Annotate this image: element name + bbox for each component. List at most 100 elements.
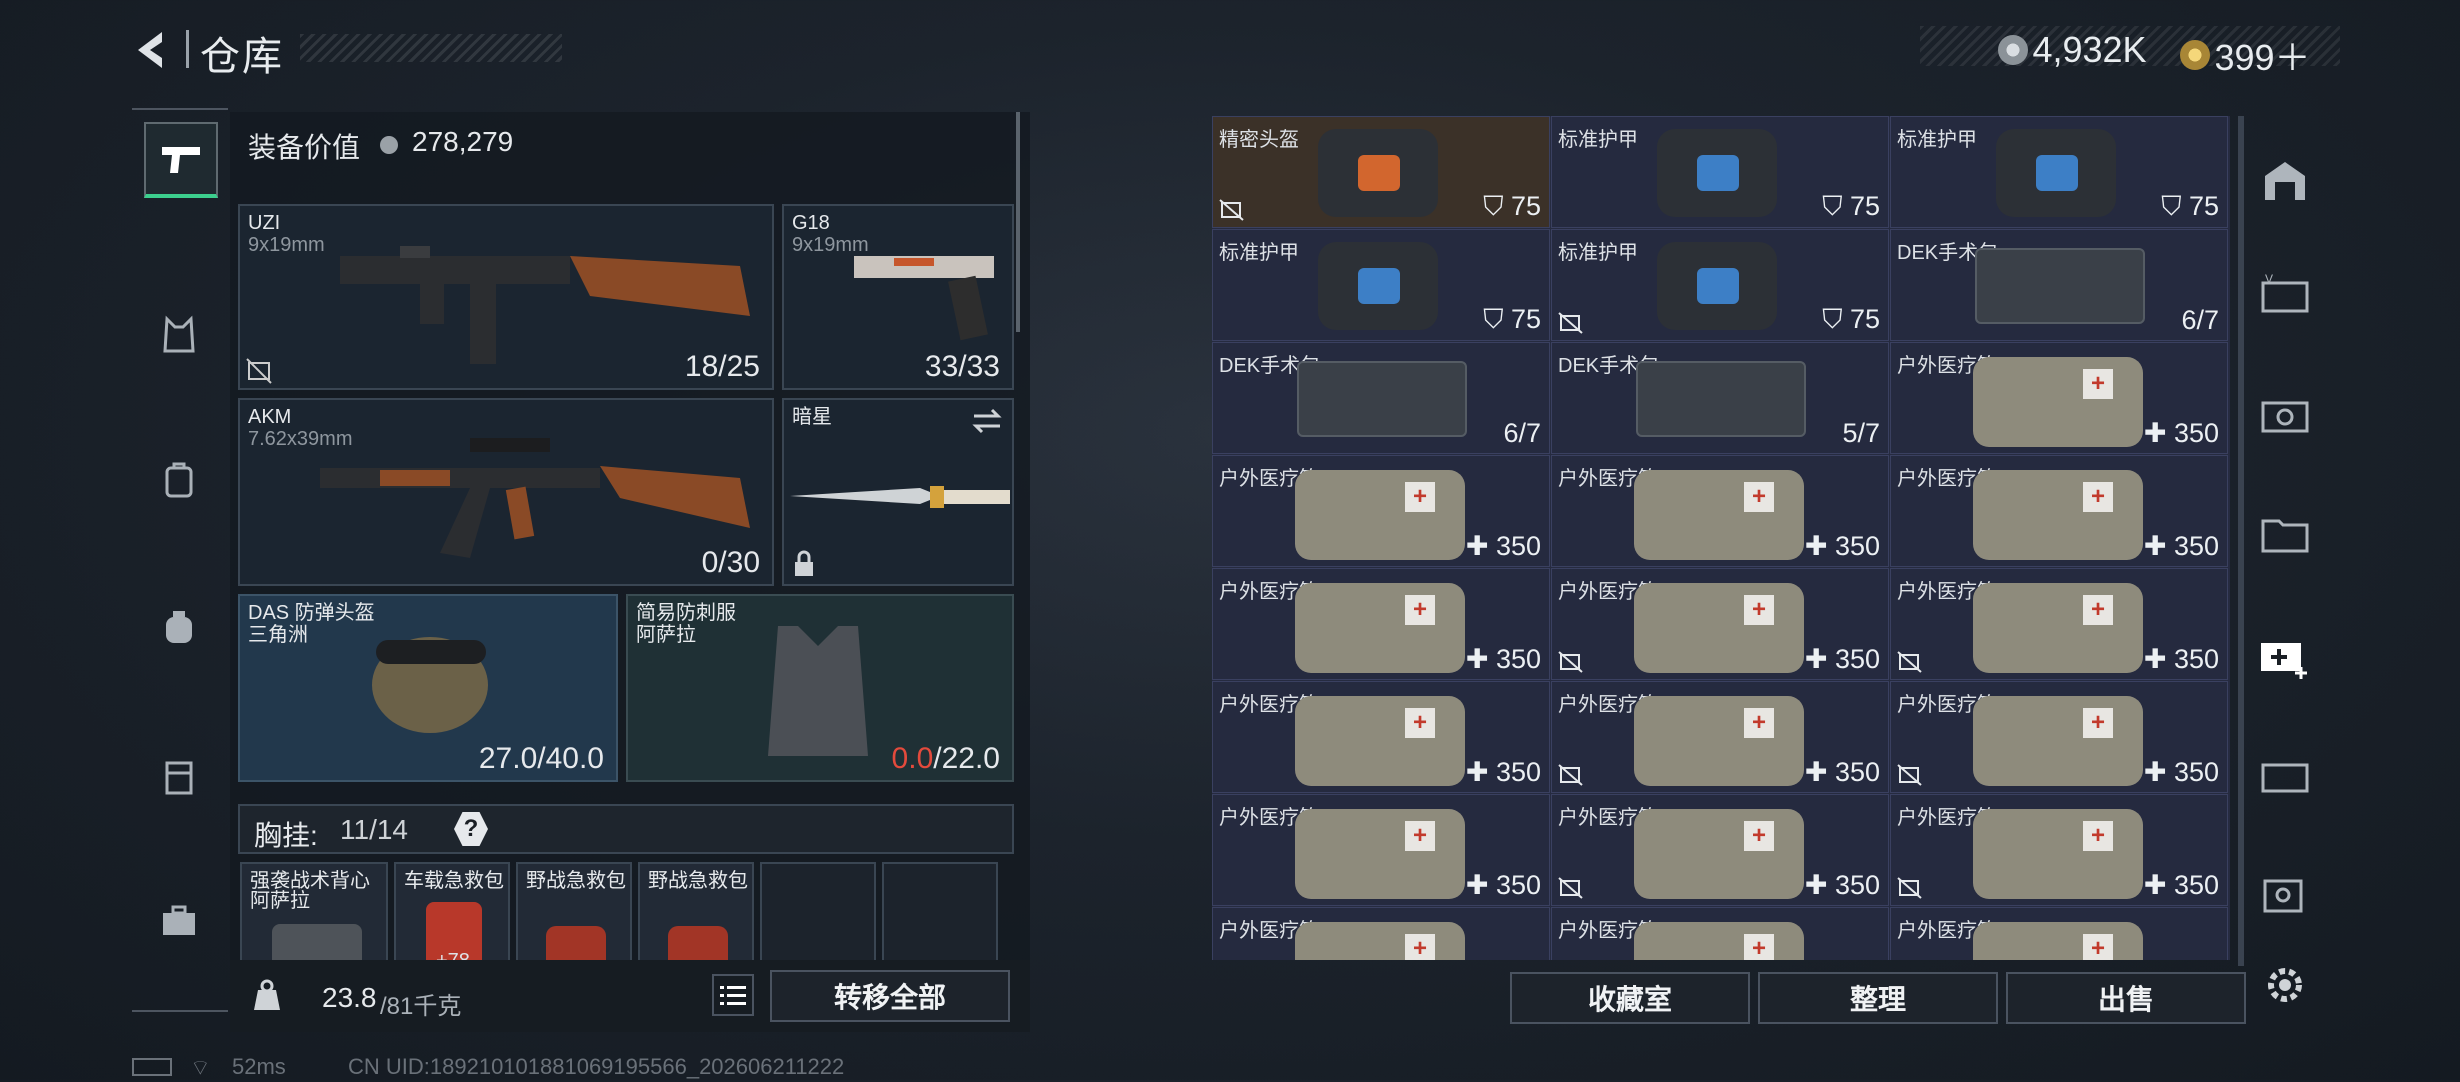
sort-button[interactable]: 整理 (1758, 972, 1998, 1024)
stash-tab-garage[interactable] (2250, 145, 2320, 215)
collection-button[interactable]: 收藏室 (1510, 972, 1750, 1024)
stash-item[interactable]: 户外医疗箱 + ✚ 350 (1212, 568, 1550, 680)
red-cross-icon: + (2083, 708, 2113, 738)
nav-vest[interactable] (144, 300, 214, 370)
battery-icon (132, 1058, 172, 1076)
red-cross-icon: + (1405, 821, 1435, 851)
safe-icon (2261, 401, 2309, 433)
stash-item[interactable]: 户外医疗箱 + (1551, 907, 1889, 960)
stash-item[interactable]: 标准护甲 ⛉ 75 (1212, 229, 1550, 341)
stash-item[interactable]: 户外医疗箱 + ✚ 350 (1551, 568, 1889, 680)
stash-tab-folder[interactable] (2250, 500, 2320, 570)
nav-weapons[interactable] (144, 122, 218, 198)
stash-item-value-text: 6/7 (1503, 418, 1541, 448)
rig-item-name: 强袭战术背心 (250, 870, 370, 892)
stash-item[interactable]: 标准护甲 ⛉ 75 (1890, 116, 2228, 228)
weapon-slot-secondary[interactable]: AKM 7.62x39mm 0/30 (238, 398, 774, 586)
stash-item[interactable]: 户外医疗箱 + ✚ 350 (1551, 681, 1889, 793)
stash-item[interactable]: 标准护甲 ⛉ 75 (1551, 116, 1889, 228)
rig-item-car-kit[interactable]: 车载急救包 +78 (394, 862, 510, 972)
stash-item-value: ⛉ 75 (1822, 191, 1880, 223)
settings-button[interactable] (2250, 950, 2320, 1020)
stash-item[interactable]: 户外医疗箱 + ✚ 350 (1212, 681, 1550, 793)
back-button[interactable] (130, 28, 174, 72)
stash-item[interactable]: 户外医疗箱 + (1212, 907, 1550, 960)
nav-locker[interactable] (144, 742, 214, 812)
helmet-map: 三角洲 (248, 624, 308, 646)
currency-b: 399＋ (2214, 37, 2311, 78)
armor-bag-image (1318, 129, 1438, 217)
no-insurance-icon (1558, 312, 1583, 334)
rig-slot-empty[interactable] (882, 862, 998, 972)
red-cross-icon: + (2083, 482, 2113, 512)
stash-item-value-text: 75 (1510, 191, 1541, 221)
stash-tab-weapons[interactable]: V (2250, 260, 2320, 330)
rig-item-field-kit[interactable]: 野战急救包 (638, 862, 754, 972)
stash-item-value-text: 350 (2173, 644, 2219, 674)
weapon-slot-primary[interactable]: UZI 9x19mm 18/25 (238, 204, 774, 390)
help-icon[interactable]: ? (454, 812, 488, 846)
stash-item-value: ✚ 350 (2144, 757, 2219, 788)
heal-icon: ✚ (1465, 757, 1496, 787)
stash-item[interactable]: DEK手术包 6/7 (1212, 342, 1550, 454)
armor-slot[interactable]: 简易防刺服 阿萨拉 0.0/22.0 (626, 594, 1014, 782)
stash-item[interactable]: DEK手术包 6/7 (1890, 229, 2228, 341)
list-view-button[interactable] (712, 974, 754, 1016)
helmet-slot[interactable]: DAS 防弹头盔 三角洲 27.0/40.0 (238, 594, 618, 782)
nav-backpack[interactable] (144, 592, 214, 662)
stash-item[interactable]: 户外医疗箱 + ✚ 350 (1890, 455, 2228, 567)
stash-item-value: ⛉ 75 (2161, 191, 2219, 223)
stash-scrollbar[interactable] (2238, 116, 2244, 966)
weapon-slot-sidearm[interactable]: G18 9x19mm 33/33 (782, 204, 1014, 390)
rig-item-field-kit[interactable]: 野战急救包 (516, 862, 632, 972)
weapon-ammo: 18/25 (684, 350, 760, 383)
red-cross-icon: + (1405, 708, 1435, 738)
medical-case-image: + (1295, 922, 1465, 960)
red-cross-icon: + (1744, 708, 1774, 738)
stash-item-value: 5/7 (1842, 418, 1880, 449)
stash-item-value: ✚ 350 (1466, 757, 1541, 788)
stash-item[interactable]: 户外医疗箱 + ✚ 350 (1551, 794, 1889, 906)
swap-icon[interactable] (972, 408, 1002, 434)
scrollbar[interactable] (1016, 112, 1020, 332)
nav-pouch[interactable] (144, 445, 214, 515)
stash-item-value: ✚ 350 (1805, 644, 1880, 675)
stash-item-value-text: 6/7 (2181, 305, 2219, 335)
medical-case-image: + (1295, 696, 1465, 786)
stash-item[interactable]: 户外医疗箱 + ✚ 350 (1212, 455, 1550, 567)
armor-bag-image (1318, 242, 1438, 330)
stash-item[interactable]: 户外医疗箱 + ✚ 350 (1890, 568, 2228, 680)
sell-button[interactable]: 出售 (2006, 972, 2246, 1024)
rig-item-vest[interactable]: 强袭战术背心 阿萨拉 (240, 862, 388, 972)
stash-item[interactable]: DEK手术包 5/7 (1551, 342, 1889, 454)
stash-tab-ammo[interactable] (2250, 740, 2320, 810)
nav-case[interactable] (144, 886, 214, 956)
rig-slot-empty[interactable] (760, 862, 876, 972)
stash-item-value: ✚ 350 (1466, 531, 1541, 562)
stash-item[interactable]: 户外医疗箱 + ✚ 350 (1551, 455, 1889, 567)
stash-item[interactable]: 户外医疗箱 + ✚ 350 (1890, 794, 2228, 906)
rig-item-name: 野战急救包 (648, 870, 748, 892)
stash-tab-medical[interactable] (2250, 620, 2320, 690)
weight-current: 23.8 (322, 982, 377, 1013)
stash-tab-safe[interactable] (2250, 380, 2320, 450)
stash-item-value-text: 5/7 (1842, 418, 1880, 448)
stash-item[interactable]: 户外医疗箱 + ✚ 350 (1890, 342, 2228, 454)
transfer-all-button[interactable]: 转移全部 (770, 970, 1010, 1022)
stash-item-value-text: 75 (2188, 191, 2219, 221)
stash-item[interactable]: 精密头盔 ⛉ 75 (1212, 116, 1550, 228)
no-insurance-icon (1558, 651, 1583, 673)
stash-item[interactable]: 户外医疗箱 + (1890, 907, 2228, 960)
stash-tab-cards[interactable] (2250, 860, 2320, 930)
stash-item[interactable]: 标准护甲 ⛉ 75 (1551, 229, 1889, 341)
stash-item-name: 精密头盔 (1219, 129, 1299, 151)
stash-item[interactable]: 户外医疗箱 + ✚ 350 (1890, 681, 2228, 793)
no-insurance-icon (246, 358, 272, 384)
stash-item-value: ✚ 350 (1466, 644, 1541, 675)
stash-item-value-text: 350 (2173, 870, 2219, 900)
stash-item[interactable]: 户外医疗箱 + ✚ 350 (1212, 794, 1550, 906)
weapon-case-icon: V (2261, 273, 2309, 313)
melee-slot[interactable]: 暗星 (782, 398, 1014, 586)
weapon-name: AKM (248, 406, 292, 428)
currency-bar: 4,932K 399＋ (1920, 26, 2340, 78)
